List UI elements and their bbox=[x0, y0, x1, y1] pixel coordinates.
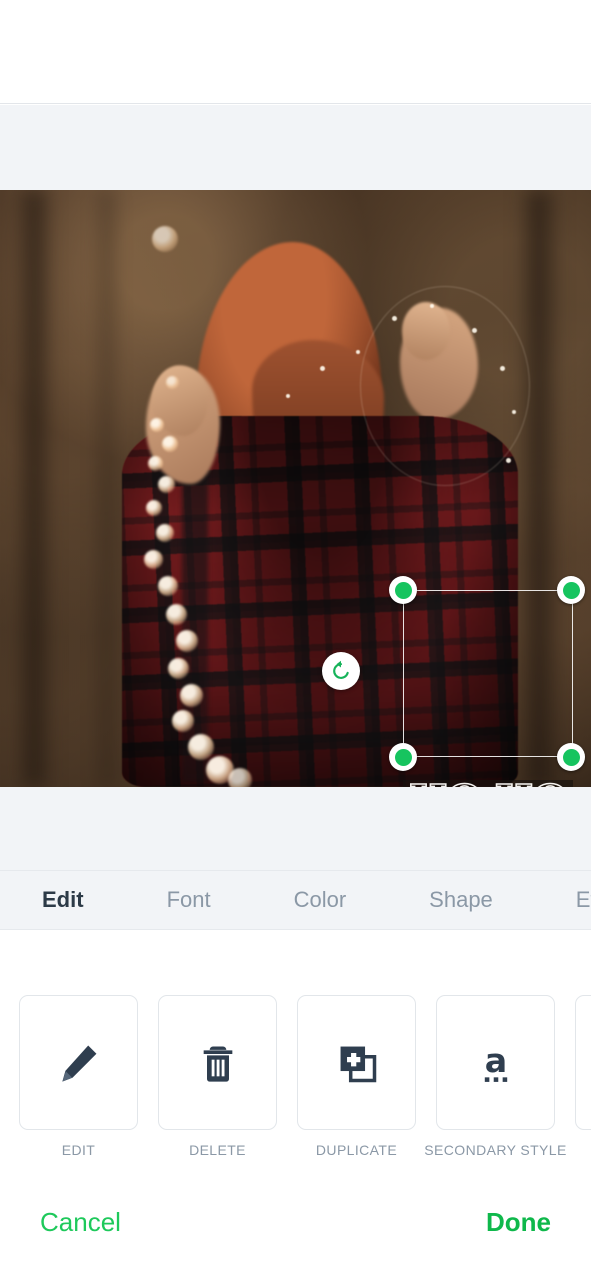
editor-tab-bar[interactable]: Edit Font Color Shape Effect bbox=[0, 870, 591, 930]
secondary-style-icon: a bbox=[484, 1040, 507, 1082]
cancel-button[interactable]: Cancel bbox=[40, 1207, 121, 1238]
rotate-handle[interactable] bbox=[322, 652, 360, 690]
action-delete-label: DELETE bbox=[189, 1142, 246, 1158]
trash-icon bbox=[203, 1046, 232, 1082]
svg-text:a: a bbox=[484, 1040, 506, 1079]
footer-bar: Cancel Done bbox=[0, 1165, 591, 1280]
action-secondary-style[interactable]: a SECONDARY STYLE bbox=[424, 995, 566, 1158]
rotate-icon bbox=[333, 660, 349, 679]
resize-handle-top-left[interactable] bbox=[389, 576, 417, 604]
done-button[interactable]: Done bbox=[486, 1207, 551, 1238]
action-secondary-style-label: SECONDARY STYLE bbox=[424, 1142, 567, 1158]
tab-edit[interactable]: Edit bbox=[38, 887, 88, 913]
action-tile-strip[interactable]: EDIT DELETE DUPLICATE a SECONDARY STYLE bbox=[0, 995, 591, 1160]
selection-frame bbox=[403, 590, 573, 757]
action-partial-tile[interactable] bbox=[575, 995, 591, 1130]
tab-effect[interactable]: Effect bbox=[572, 887, 591, 913]
resize-handle-bottom-right[interactable] bbox=[557, 743, 585, 771]
action-duplicate-tile[interactable] bbox=[297, 995, 416, 1130]
resize-handle-top-right[interactable] bbox=[557, 576, 585, 604]
pencil-icon bbox=[61, 1045, 96, 1082]
action-edit-tile[interactable] bbox=[19, 995, 138, 1130]
tab-shape[interactable]: Shape bbox=[425, 887, 497, 913]
action-duplicate[interactable]: DUPLICATE bbox=[297, 995, 416, 1158]
action-secondary-style-tile[interactable]: a bbox=[436, 995, 555, 1130]
tab-font[interactable]: Font bbox=[163, 887, 215, 913]
action-duplicate-label: DUPLICATE bbox=[315, 1142, 398, 1158]
tab-color[interactable]: Color bbox=[290, 887, 351, 913]
action-delete-tile[interactable] bbox=[158, 995, 277, 1130]
action-partial-clipped[interactable]: SE bbox=[575, 995, 591, 1158]
action-edit-label: EDIT bbox=[61, 1142, 96, 1158]
action-delete[interactable]: DELETE bbox=[158, 995, 277, 1158]
top-blank-area bbox=[0, 0, 591, 104]
app-root: HO HO HOLI DAY PLAID SALE Sp Adobe Spark bbox=[0, 0, 591, 1280]
text-graphic-element[interactable]: HO HO HOLI DAY PLAID SALE bbox=[403, 779, 573, 787]
duplicate-icon bbox=[340, 1046, 376, 1082]
resize-handle-bottom-left[interactable] bbox=[389, 743, 417, 771]
text-line-1: HO HO bbox=[403, 779, 573, 787]
action-edit[interactable]: EDIT bbox=[19, 995, 138, 1158]
